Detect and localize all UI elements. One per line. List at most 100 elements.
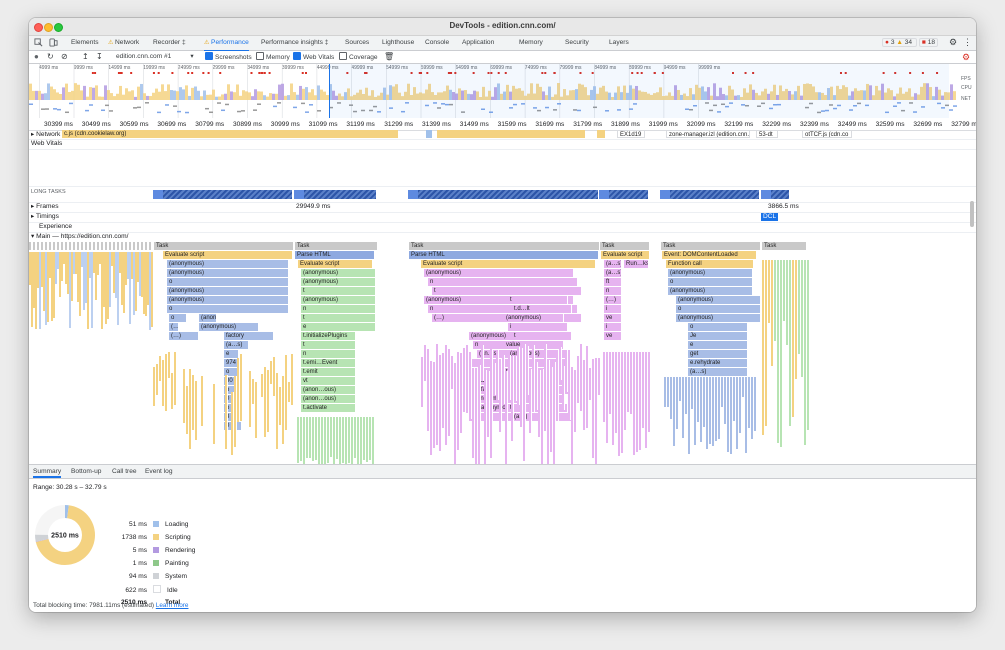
function-call[interactable]: o bbox=[668, 278, 753, 286]
task-sliver[interactable] bbox=[137, 242, 140, 250]
task-sliver[interactable] bbox=[109, 242, 112, 250]
function-call[interactable]: (…) bbox=[604, 296, 622, 304]
bottom-tab-event-log[interactable]: Event log bbox=[145, 467, 173, 476]
task-entry[interactable]: Task bbox=[154, 242, 294, 250]
function-call[interactable]: n bbox=[301, 350, 356, 358]
function-call[interactable]: get bbox=[688, 350, 748, 358]
tab-sources[interactable]: Sources bbox=[345, 38, 369, 50]
task-sliver[interactable] bbox=[145, 242, 148, 250]
task-entry[interactable]: Task bbox=[295, 242, 378, 250]
long-task-bar[interactable] bbox=[761, 190, 789, 199]
task-sliver[interactable] bbox=[89, 242, 92, 250]
task-sliver[interactable] bbox=[41, 242, 44, 250]
function-call[interactable]: (… bbox=[169, 323, 179, 331]
frames-track-header[interactable]: ▸ Frames bbox=[31, 202, 59, 211]
function-call[interactable]: (a…s) bbox=[604, 260, 622, 268]
task-sliver[interactable] bbox=[105, 242, 108, 250]
task-sliver[interactable] bbox=[61, 242, 64, 250]
flame-sliver[interactable] bbox=[174, 352, 177, 405]
task-sliver[interactable] bbox=[37, 242, 40, 250]
task-sliver[interactable] bbox=[149, 242, 152, 250]
tab-console[interactable]: Console bbox=[425, 38, 449, 50]
function-call[interactable]: o bbox=[688, 323, 748, 331]
flame-sliver[interactable] bbox=[195, 380, 198, 440]
bottom-tab-summary[interactable]: Summary bbox=[33, 467, 62, 478]
task-sliver[interactable] bbox=[129, 242, 132, 250]
function-call[interactable]: (anon…ous) bbox=[301, 386, 356, 394]
function-call[interactable]: n bbox=[428, 278, 578, 286]
task-entry[interactable]: Task bbox=[661, 242, 761, 250]
issue-badges[interactable]: ● 3 ▲ 34 ■ 18 bbox=[882, 38, 939, 50]
function-call[interactable]: n bbox=[301, 305, 376, 313]
dcl-marker[interactable]: DCL bbox=[761, 213, 779, 221]
flame-sliver[interactable] bbox=[255, 381, 258, 439]
function-call[interactable]: t.initializePlugins bbox=[301, 332, 356, 340]
function-call[interactable]: ft bbox=[604, 278, 622, 286]
learn-more-link[interactable]: Learn more bbox=[156, 602, 189, 609]
task-sliver[interactable] bbox=[141, 242, 144, 250]
function-call[interactable]: e bbox=[301, 323, 376, 331]
evaluate-script-entry[interactable]: Evaluate script bbox=[163, 251, 293, 259]
function-call[interactable]: (anonymous) bbox=[199, 314, 217, 322]
main-track[interactable]: ▾ Main — https://edition.cnn.com/ bbox=[29, 232, 976, 242]
task-sliver[interactable] bbox=[113, 242, 116, 250]
tab-elements[interactable]: Elements bbox=[71, 38, 99, 50]
bottom-tab-bottom-up[interactable]: Bottom-up bbox=[71, 467, 101, 476]
function-call[interactable]: (anonymous) bbox=[668, 287, 753, 295]
download-icon[interactable]: ↧ bbox=[96, 52, 103, 62]
function-call[interactable]: (anonymous) bbox=[504, 314, 564, 322]
function-call[interactable]: (anonymous) bbox=[167, 287, 289, 295]
function-call[interactable]: (anonymous) bbox=[668, 269, 753, 277]
recording-select[interactable]: edition.cnn.com #1 ▾ bbox=[116, 52, 194, 62]
function-call[interactable]: (anonymous) bbox=[301, 278, 376, 286]
network-request-bar[interactable] bbox=[426, 130, 432, 138]
function-call[interactable]: (anonymous) bbox=[301, 296, 376, 304]
capture-settings-gear-icon[interactable]: ⚙ bbox=[962, 52, 970, 62]
network-request[interactable]: c.js (cdn.cookielaw.org) bbox=[62, 130, 398, 138]
task-entry[interactable]: Task bbox=[600, 242, 650, 250]
trash-icon[interactable]: 🗑 bbox=[384, 52, 394, 62]
task-sliver[interactable] bbox=[121, 242, 124, 250]
task-sliver[interactable] bbox=[77, 242, 80, 250]
main-thread-flame-chart[interactable]: Task Task Task Task Task Task Evaluate script(… bbox=[29, 242, 970, 464]
task-sliver[interactable] bbox=[57, 242, 60, 250]
flame-sliver[interactable] bbox=[807, 260, 810, 431]
function-call[interactable]: t bbox=[301, 287, 376, 295]
function-call[interactable]: o bbox=[169, 314, 187, 322]
more-options-icon[interactable]: ⋮ bbox=[963, 37, 972, 49]
network-request[interactable]: zone-manager.izl (edition.cnn.com) bbox=[666, 130, 750, 138]
function-call[interactable]: e bbox=[688, 341, 748, 349]
function-call[interactable]: (anonymous) bbox=[676, 296, 761, 304]
function-call[interactable]: (anonymous) bbox=[676, 314, 761, 322]
task-sliver[interactable] bbox=[133, 242, 136, 250]
long-task-bar[interactable] bbox=[660, 190, 759, 199]
network-request-bar[interactable] bbox=[437, 130, 585, 138]
task-sliver[interactable] bbox=[101, 242, 104, 250]
long-task-bar[interactable] bbox=[408, 190, 598, 199]
function-call[interactable]: ve bbox=[604, 332, 622, 340]
function-call[interactable]: t.d…lt bbox=[512, 305, 572, 313]
flame-sliver[interactable] bbox=[201, 375, 204, 427]
task-sliver[interactable] bbox=[73, 242, 76, 250]
task-sliver[interactable] bbox=[81, 242, 84, 250]
evaluate-script-entry[interactable]: Evaluate script bbox=[601, 251, 650, 259]
task-sliver[interactable] bbox=[97, 242, 100, 250]
function-call[interactable]: t.emi…Event bbox=[301, 359, 356, 367]
flame-sliver[interactable] bbox=[372, 417, 375, 464]
tab-recorder[interactable]: Recorder ‡ bbox=[153, 38, 186, 50]
task-entry[interactable]: Task bbox=[762, 242, 807, 250]
task-sliver[interactable] bbox=[53, 242, 56, 250]
network-request[interactable]: 53-dt bbox=[756, 130, 778, 138]
task-sliver[interactable] bbox=[117, 242, 120, 250]
flame-sliver[interactable] bbox=[151, 252, 154, 327]
function-call[interactable]: e bbox=[224, 350, 239, 358]
function-call[interactable]: n bbox=[604, 287, 622, 295]
evaluate-script-entry[interactable]: Evaluate script bbox=[421, 260, 596, 268]
network-request[interactable]: otTCF.js (cdn.co bbox=[802, 130, 852, 138]
function-call[interactable]: Je bbox=[688, 332, 748, 340]
task-sliver[interactable] bbox=[33, 242, 36, 250]
long-task-bar[interactable] bbox=[599, 190, 648, 199]
task-entry[interactable]: Task bbox=[409, 242, 600, 250]
task-sliver[interactable] bbox=[49, 242, 52, 250]
function-call[interactable]: (anon…ous) bbox=[301, 395, 356, 403]
